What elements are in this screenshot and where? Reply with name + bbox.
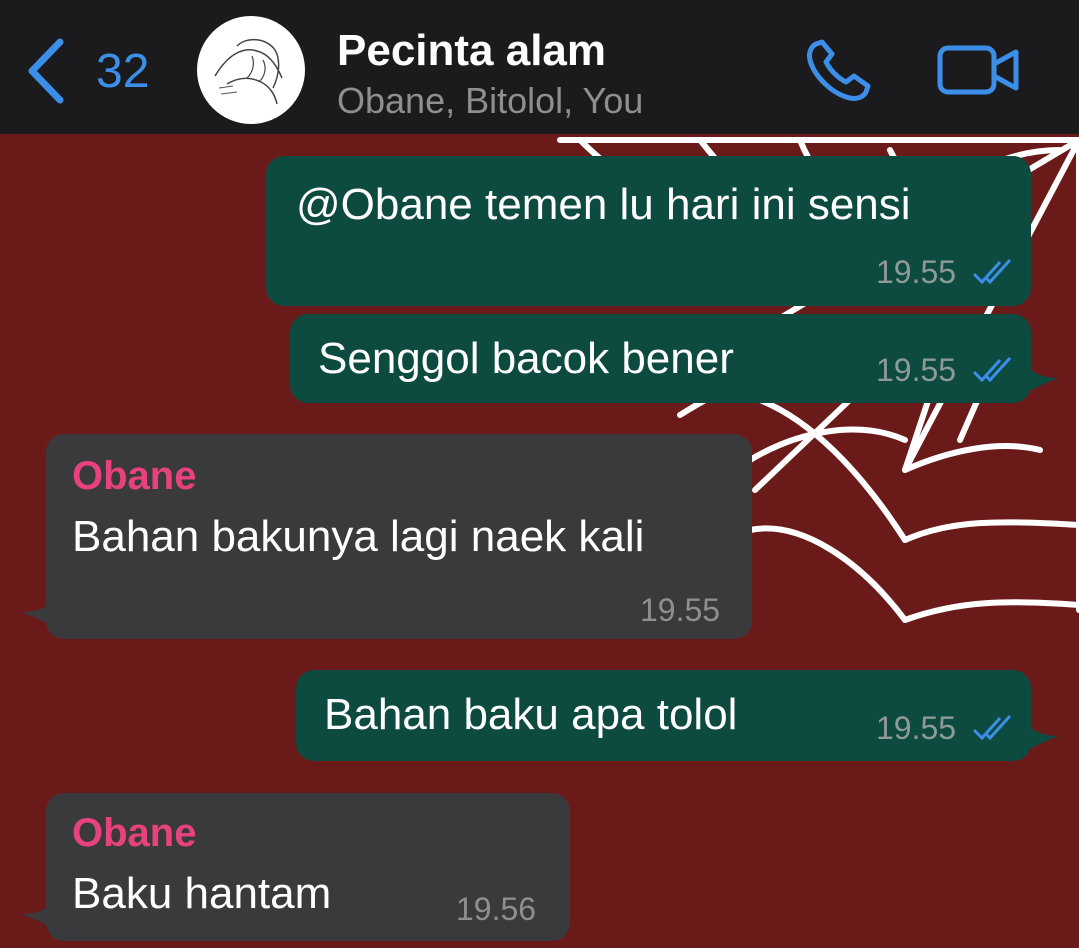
- sender-name[interactable]: Obane: [72, 454, 196, 499]
- read-ticks-icon: [972, 258, 1012, 284]
- message-text: Bahan bakunya lagi naek kali: [72, 512, 645, 561]
- message-bubble-incoming[interactable]: Obane Bahan bakunya lagi naek kali 19.55: [46, 434, 752, 639]
- chat-header: 32 Pecinta alam Obane, Bitolol, You: [0, 0, 1079, 134]
- message-text: Baku hantam: [72, 869, 332, 918]
- message-text: @Obane temen lu hari ini sensi: [296, 180, 911, 229]
- read-ticks-icon: [972, 714, 1012, 740]
- bubble-tail: [1020, 356, 1058, 396]
- back-unread-count[interactable]: 32: [96, 44, 149, 99]
- sender-name[interactable]: Obane: [72, 811, 196, 856]
- message-time: 19.55: [876, 254, 957, 290]
- message-bubble-outgoing[interactable]: Bahan baku apa tolol 19.55: [296, 670, 1031, 761]
- group-avatar[interactable]: [197, 16, 305, 124]
- message-bubble-incoming[interactable]: Obane Baku hantam 19.56: [46, 793, 570, 941]
- video-camera-icon[interactable]: [936, 42, 1022, 98]
- message-bubble-outgoing[interactable]: Senggol bacok bener 19.55: [290, 314, 1031, 403]
- bubble-tail: [22, 590, 60, 630]
- message-text: Bahan baku apa tolol: [324, 690, 738, 739]
- chat-title[interactable]: Pecinta alam: [337, 26, 606, 76]
- chat-members[interactable]: Obane, Bitolol, You: [337, 80, 643, 122]
- message-time: 19.55: [876, 710, 957, 746]
- bubble-tail: [1020, 714, 1058, 754]
- message-time: 19.55: [876, 352, 957, 388]
- message-time: 19.55: [640, 592, 721, 628]
- bubble-tail: [22, 892, 60, 932]
- message-text: Senggol bacok bener: [318, 334, 734, 383]
- read-ticks-icon: [972, 356, 1012, 382]
- phone-icon[interactable]: [802, 38, 874, 104]
- chevron-left-icon[interactable]: [22, 36, 72, 106]
- avatar-sketch: [214, 38, 283, 105]
- message-bubble-outgoing[interactable]: @Obane temen lu hari ini sensi 19.55: [266, 156, 1031, 306]
- message-time: 19.56: [456, 891, 537, 927]
